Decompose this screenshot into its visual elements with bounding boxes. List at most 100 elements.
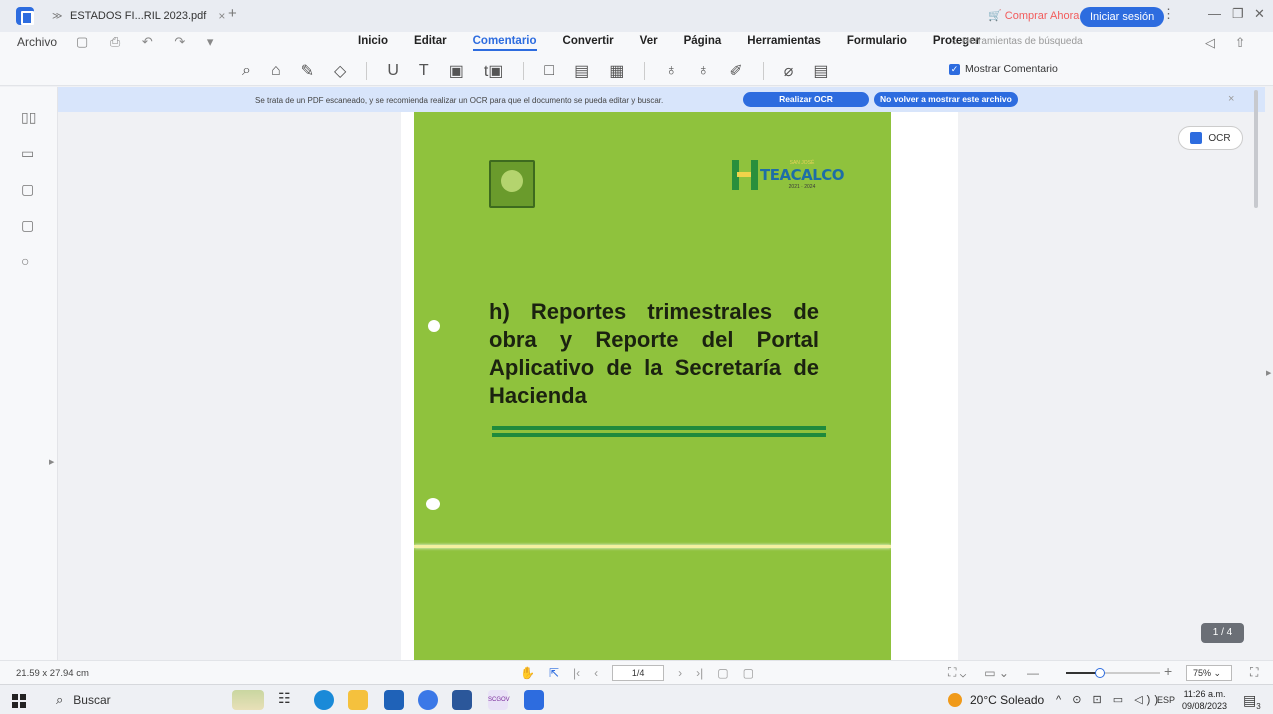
toolbar-divider [366,62,368,80]
note-tool-icon[interactable]: ▤ [574,61,589,81]
chrome-icon[interactable] [418,690,438,710]
minimize-button[interactable]: — [1208,6,1221,21]
comment-toolbar: ⌕ ⌂ ✎ ◇ U T ▣ t▣ □ ▤ ▦ ♁ ♁ ✐ ⌀ ▤ [0,54,1273,86]
textbox-tool-icon[interactable]: ▣ [449,61,464,81]
search-tools-label: Herramientas de búsqueda [961,36,1083,47]
logo-name-text: TEACALCO [760,166,845,184]
banner-close-icon[interactable]: × [1228,93,1234,105]
next-page-icon[interactable]: › [678,666,682,680]
weather-label: 20°C Soleado [970,693,1045,707]
quick-access-icons[interactable]: ▢ ⎙ ↶ ↷ ▾ [76,34,222,50]
weather-widget[interactable]: 20°C Soleado [948,693,1044,707]
close-window-button[interactable]: ✕ [1254,6,1265,22]
select-tool-icon[interactable]: ⇱ [549,666,559,680]
zoom-select[interactable]: 75% ⌄ [1186,665,1232,681]
search-tools-link[interactable]: ☼ Herramientas de búsqueda [950,36,1083,47]
highlight-tool-icon[interactable]: ⌕ [242,62,251,80]
menu-formulario[interactable]: Formulario [847,35,907,51]
clock[interactable]: 11:26 a.m. 09/08/2023 [1182,688,1227,712]
widget-thumbnail-icon[interactable] [232,690,264,710]
file-explorer-icon[interactable] [348,690,368,710]
pdf-app-taskbar-icon[interactable] [524,690,544,710]
zoom-in-icon[interactable]: + [1164,663,1172,679]
thumbnails-icon[interactable]: ▯▯ [21,109,36,126]
windows-taskbar: ⌕ Buscar ☷ SCGOV 20°C Soleado ^ ⊙ ⊡ ▭ ◁)… [0,684,1273,714]
fit-mode-icon[interactable]: ⛶ ⌄ [948,665,966,680]
comments-panel-icon[interactable]: ▢ [21,181,34,198]
prev-page-icon[interactable]: ‹ [594,666,598,680]
buy-now-link[interactable]: 🛒 Comprar Ahora [988,9,1079,22]
page-stripe [414,545,891,548]
page-heading: h) Reportes trimestrales de obra y Repor… [489,299,819,408]
app-logo-icon[interactable] [16,7,34,25]
ocr-float-label: OCR [1208,132,1231,144]
hand-tool-icon[interactable]: ✋ [520,666,535,680]
ocr-float-button[interactable]: OCR [1178,126,1243,150]
document-viewer[interactable]: Se trata de un PDF escaneado, y se recom… [58,87,1265,660]
signin-button[interactable]: Iniciar sesión [1080,7,1165,27]
vertical-scrollbar[interactable] [1254,90,1258,208]
menu-herramientas[interactable]: Herramientas [747,35,821,51]
document-tab[interactable]: ≫ ESTADOS FI...RIL 2023.pdf × [52,4,227,28]
new-tab-button[interactable]: + [228,5,237,22]
task-view-icon[interactable]: ☷ [278,690,298,710]
stamp-menu-icon[interactable]: ♁ [697,62,709,80]
system-tray-icons[interactable]: ^ ⊙ ⊡ ▭ ◁)) [1056,693,1162,706]
search-panel-icon[interactable]: ○ [21,253,29,269]
app-icon[interactable]: SCGOV [488,690,510,710]
dont-show-again-button[interactable]: No volver a mostrar este archivo [874,92,1018,107]
area-tool-icon[interactable]: ▦ [609,61,624,81]
word-icon[interactable] [452,690,472,710]
sun-icon [948,693,962,707]
taskbar-search[interactable]: ⌕ Buscar [56,692,111,708]
tab-close-icon[interactable]: × [218,9,225,23]
zoom-out-icon[interactable]: — [1027,666,1039,680]
page-number-input[interactable]: 1/4 [612,665,665,681]
archivo-menu[interactable]: Archivo [17,35,57,49]
language-indicator[interactable]: ESP [1157,695,1175,705]
fullscreen-icon[interactable]: ⛶ [1250,665,1258,680]
notification-count: 3 [1256,701,1261,711]
shape-tool-icon[interactable]: □ [544,62,554,80]
first-page-icon[interactable]: |‹ [573,666,580,680]
ocr-icon [1190,132,1203,144]
toolbar-divider [762,62,764,80]
expand-right-panel-icon[interactable]: ▶ [1266,369,1271,377]
zoom-value: 75% [1193,668,1212,678]
teacalco-h-icon [732,160,758,190]
attachments-panel-icon[interactable]: ▢ [21,217,34,234]
windows-start-icon[interactable] [12,694,26,708]
notification-icon[interactable]: ▤3 [1243,692,1261,711]
menu-convertir[interactable]: Convertir [563,35,614,51]
single-page-view-icon[interactable]: ▢ [717,666,728,680]
menu-ver[interactable]: Ver [640,35,658,51]
menu-comentario[interactable]: Comentario [472,35,537,51]
zoom-slider[interactable] [1066,668,1160,678]
zoom-slider-knob[interactable] [1094,668,1105,678]
perform-ocr-button[interactable]: Realizar OCR [743,92,869,107]
callout-tool-icon[interactable]: t▣ [484,61,504,81]
eraser-tool-icon[interactable]: ◇ [334,61,346,81]
area-highlight-tool-icon[interactable]: ⌂ [271,62,281,80]
double-page-view-icon[interactable]: ▢ [743,666,754,680]
expand-sidebar-icon[interactable]: ▶ [49,458,54,466]
menu-pagina[interactable]: Página [684,35,722,51]
menu-editar[interactable]: Editar [414,35,447,51]
restore-button[interactable]: ❐ [1232,6,1244,22]
heading-rule [492,433,826,437]
stamp-tool-icon[interactable]: ♁ [665,62,677,80]
edge-browser-icon[interactable] [314,690,334,710]
underline-tool-icon[interactable]: U [387,62,399,80]
attachment-tool-icon[interactable]: ⌀ [784,61,794,81]
more-options-icon[interactable]: ⋮ [1162,6,1175,22]
comment-list-icon[interactable]: ▤ [813,61,828,81]
show-comments-checkbox[interactable]: ✓ Mostrar Comentario [949,63,1058,75]
mail-icon[interactable] [384,690,404,710]
text-tool-icon[interactable]: T [419,62,429,80]
last-page-icon[interactable]: ›| [696,666,703,680]
bookmark-icon[interactable]: ▭ [21,145,34,162]
reading-mode-icon[interactable]: ▭ ⌄ [984,666,1009,680]
menu-inicio[interactable]: Inicio [358,35,388,51]
pencil-tool-icon[interactable]: ✎ [301,61,314,81]
signature-tool-icon[interactable]: ✐ [729,61,742,81]
